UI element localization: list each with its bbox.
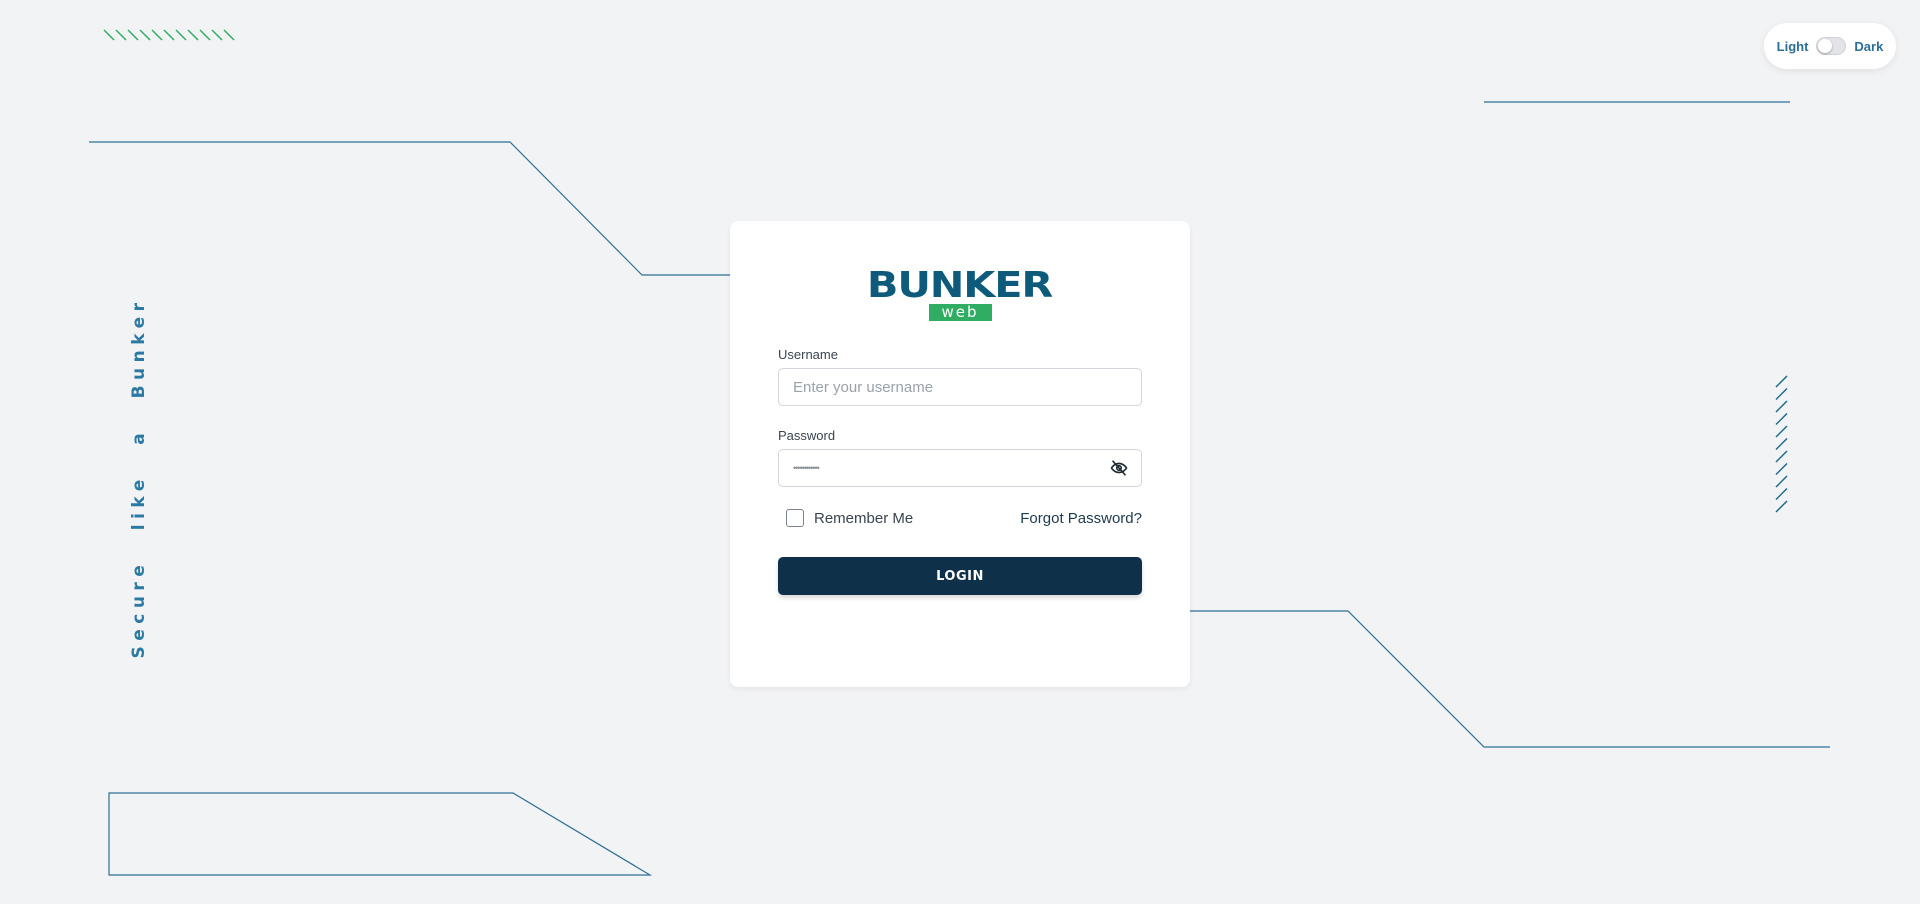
hatch-stroke: [1775, 487, 1788, 501]
hatch-stroke: [211, 29, 223, 41]
hatch-stroke: [1775, 437, 1788, 451]
hatch-stroke: [187, 29, 199, 41]
green-hatch-pattern: [103, 29, 235, 41]
username-label: Username: [778, 347, 838, 362]
bunkerweb-logo: BUNKER web: [778, 265, 1142, 321]
hatch-stroke: [1775, 500, 1788, 513]
login-button[interactable]: LOGIN: [778, 557, 1142, 595]
hatch-stroke: [1775, 387, 1788, 401]
eye-off-icon[interactable]: [1110, 459, 1128, 477]
remember-me[interactable]: Remember Me: [778, 509, 913, 527]
password-label: Password: [778, 428, 836, 443]
theme-light-label: Light: [1776, 38, 1809, 54]
hatch-stroke: [1775, 375, 1788, 388]
remember-label: Remember Me: [814, 509, 914, 527]
hatch-stroke: [1775, 412, 1788, 426]
username-input[interactable]: [778, 368, 1142, 406]
hatch-stroke: [1775, 475, 1788, 488]
forgot-password-link[interactable]: Forgot Password?: [1020, 510, 1142, 527]
logo-wordmark: BUNKER: [867, 265, 1053, 306]
hatch-stroke: [151, 29, 163, 41]
password-input[interactable]: [778, 449, 1142, 487]
username-field-wrap: [778, 368, 1142, 406]
deco-line-right: [1190, 610, 1830, 748]
password-field-wrap: [778, 449, 1142, 487]
deco-line-top-left: [89, 141, 730, 276]
hatch-stroke: [115, 29, 127, 41]
hatch-stroke: [1775, 400, 1788, 413]
switch-knob: [1818, 39, 1833, 53]
hatch-stroke: [103, 29, 115, 41]
tagline: Secure like a Bunker: [129, 297, 149, 659]
hatch-stroke: [127, 29, 139, 41]
logo-subtitle: web: [928, 304, 992, 321]
hatch-stroke: [139, 29, 151, 41]
blue-hatch-pattern: [1775, 375, 1788, 513]
theme-dark-label: Dark: [1854, 38, 1884, 54]
hatch-stroke: [1775, 462, 1788, 476]
theme-toggle[interactable]: Light Dark: [1764, 23, 1896, 69]
hatch-stroke: [1775, 425, 1788, 438]
hatch-stroke: [163, 29, 175, 41]
hatch-stroke: [1775, 450, 1788, 463]
hatch-stroke: [223, 29, 235, 41]
hatch-stroke: [199, 29, 211, 41]
remember-checkbox[interactable]: [786, 509, 804, 527]
hatch-stroke: [175, 29, 187, 41]
remember-row: Remember Me Forgot Password?: [778, 509, 1142, 527]
deco-shape-bottom-left: [108, 792, 653, 876]
theme-switch[interactable]: [1816, 37, 1847, 55]
login-card: BUNKER web Username Password Remember Me…: [730, 221, 1190, 687]
